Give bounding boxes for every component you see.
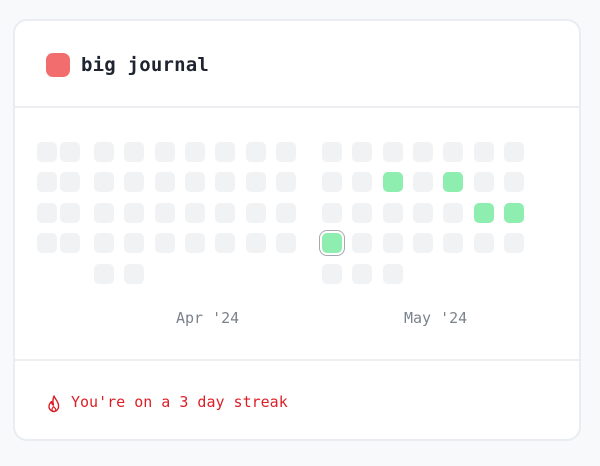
- day-cell[interactable]: [352, 264, 372, 284]
- day-cell[interactable]: [383, 264, 403, 284]
- day-cell[interactable]: [504, 203, 524, 223]
- day-cell[interactable]: [94, 264, 114, 284]
- day-cell[interactable]: [60, 172, 80, 192]
- day-cell[interactable]: [37, 203, 57, 223]
- day-cell[interactable]: [322, 172, 342, 192]
- activity-calendar: Apr '24 May '24: [15, 108, 579, 359]
- day-cell[interactable]: [383, 233, 403, 253]
- day-cell[interactable]: [443, 203, 463, 223]
- day-cell[interactable]: [215, 203, 235, 223]
- day-cell[interactable]: [60, 203, 80, 223]
- day-cell[interactable]: [504, 142, 524, 162]
- day-cell[interactable]: [474, 142, 494, 162]
- day-cell[interactable]: [124, 233, 144, 253]
- day-cell[interactable]: [215, 233, 235, 253]
- day-cell[interactable]: [383, 203, 403, 223]
- month-label: Apr '24: [176, 309, 240, 327]
- journal-title[interactable]: big journal: [81, 51, 209, 79]
- day-cell[interactable]: [276, 203, 296, 223]
- day-cell[interactable]: [413, 233, 433, 253]
- day-cell[interactable]: [352, 233, 372, 253]
- day-cell[interactable]: [155, 203, 175, 223]
- day-cell[interactable]: [155, 172, 175, 192]
- day-cell[interactable]: [185, 142, 205, 162]
- day-cell[interactable]: [185, 172, 205, 192]
- day-cell[interactable]: [60, 233, 80, 253]
- streak-text: You're on a 3 day streak: [71, 393, 288, 411]
- day-cell[interactable]: [124, 264, 144, 284]
- day-cell[interactable]: [322, 203, 342, 223]
- day-cell[interactable]: [322, 142, 342, 162]
- day-cell[interactable]: [215, 142, 235, 162]
- day-cell[interactable]: [37, 172, 57, 192]
- month-label: May '24: [404, 309, 468, 327]
- day-cell[interactable]: [352, 142, 372, 162]
- day-cell[interactable]: [504, 172, 524, 192]
- day-cell[interactable]: [352, 203, 372, 223]
- day-cell[interactable]: [246, 233, 266, 253]
- journal-card: big journal Apr '24 May '24 You're on a …: [13, 19, 581, 441]
- day-cell[interactable]: [94, 142, 114, 162]
- day-cell[interactable]: [276, 233, 296, 253]
- day-cell[interactable]: [504, 233, 524, 253]
- day-cell[interactable]: [124, 203, 144, 223]
- day-cell[interactable]: [383, 172, 403, 192]
- flame-icon: [48, 395, 60, 413]
- day-cell[interactable]: [322, 264, 342, 284]
- day-cell[interactable]: [185, 233, 205, 253]
- journal-color-swatch[interactable]: [46, 53, 70, 77]
- day-cell[interactable]: [383, 142, 403, 162]
- day-cell[interactable]: [94, 233, 114, 253]
- day-cell[interactable]: [155, 233, 175, 253]
- day-cell[interactable]: [443, 233, 463, 253]
- day-cell[interactable]: [322, 233, 342, 253]
- day-cell[interactable]: [413, 172, 433, 192]
- day-cell[interactable]: [413, 142, 433, 162]
- day-cell[interactable]: [246, 172, 266, 192]
- day-cell[interactable]: [94, 172, 114, 192]
- day-cell[interactable]: [185, 203, 205, 223]
- day-cell[interactable]: [246, 142, 266, 162]
- day-cell[interactable]: [276, 172, 296, 192]
- card-header: big journal: [15, 21, 579, 108]
- day-cell[interactable]: [474, 233, 494, 253]
- day-cell[interactable]: [474, 203, 494, 223]
- day-cell[interactable]: [60, 142, 80, 162]
- day-cell[interactable]: [37, 233, 57, 253]
- day-cell[interactable]: [155, 142, 175, 162]
- day-cell[interactable]: [474, 172, 494, 192]
- day-cell[interactable]: [352, 172, 372, 192]
- day-cell[interactable]: [443, 172, 463, 192]
- day-cell[interactable]: [124, 172, 144, 192]
- day-cell[interactable]: [276, 142, 296, 162]
- day-cell[interactable]: [124, 142, 144, 162]
- day-cell[interactable]: [246, 203, 266, 223]
- day-cell[interactable]: [443, 142, 463, 162]
- day-cell[interactable]: [94, 203, 114, 223]
- day-cell[interactable]: [37, 142, 57, 162]
- day-cell[interactable]: [413, 203, 433, 223]
- card-footer: You're on a 3 day streak: [15, 359, 579, 439]
- day-cell[interactable]: [215, 172, 235, 192]
